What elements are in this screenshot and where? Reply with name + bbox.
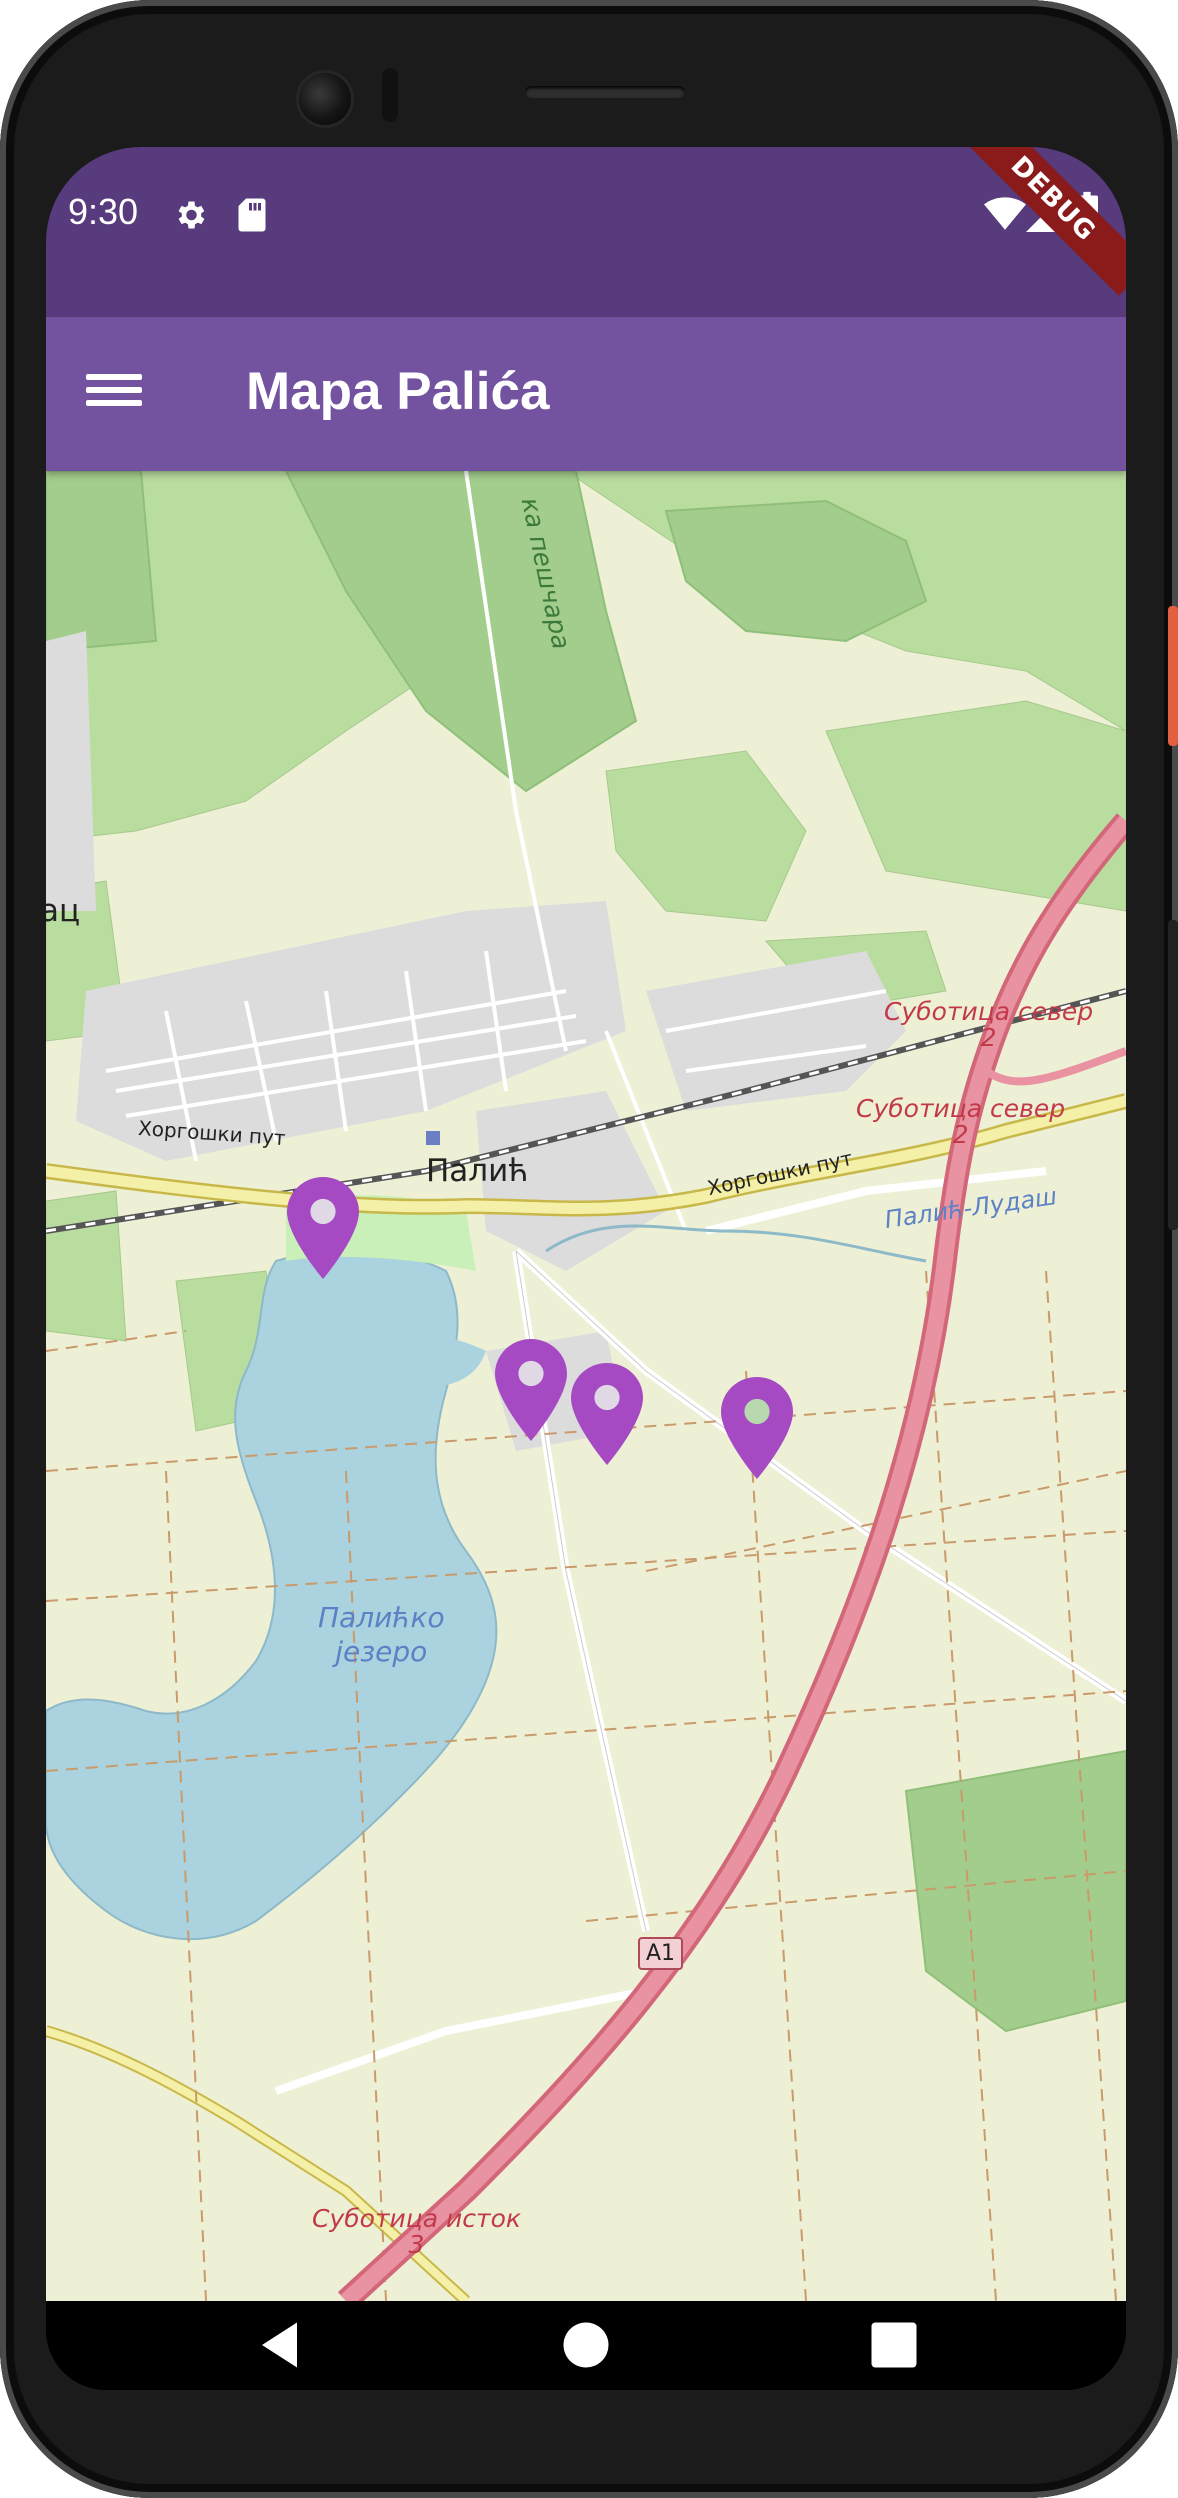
wifi-icon (984, 197, 1026, 230)
back-icon[interactable] (252, 2315, 312, 2375)
exit-north-2-number: 2 (952, 1120, 969, 1149)
navigation-bar (46, 2301, 1126, 2390)
location-pin-icon[interactable] (494, 1339, 568, 1441)
exit-north-1-number: 2 (980, 1023, 997, 1052)
sensor (382, 68, 398, 122)
page-title: Mapa Palića (246, 362, 550, 421)
exit-label-east: Суботица исток 3 (312, 2206, 521, 2258)
status-time: 9:30 (68, 191, 139, 232)
lake-label-line1: Палићко (318, 1601, 445, 1634)
home-icon[interactable] (556, 2315, 616, 2375)
gear-icon (178, 201, 205, 229)
exit-east-number: 3 (408, 2230, 425, 2259)
phone-frame: 9:30 DEBUG Mapa Palića ка пешчара ац Хор… (0, 0, 1178, 2498)
earpiece-speaker (525, 86, 685, 98)
highway-shield-a1: A1 (638, 1937, 684, 1970)
front-camera (296, 70, 354, 128)
town-partial-label: ац (46, 893, 81, 929)
volume-button (1168, 920, 1178, 1230)
exit-north-2-name: Суботица север (856, 1094, 1066, 1123)
status-bar: 9:30 (46, 147, 1126, 317)
town-label-palic: Палић (426, 1153, 529, 1189)
exit-north-1-name: Суботица север (884, 997, 1094, 1026)
app-bar: Mapa Palića (46, 317, 1126, 471)
screen: 9:30 DEBUG Mapa Palića ка пешчара ац Хор… (46, 147, 1126, 2390)
map-view[interactable]: ка пешчара ац Хоргошки пут Палић Хоргошк… (46, 471, 1126, 2301)
location-pin-icon[interactable] (286, 1177, 360, 1279)
exit-east-name: Суботица исток (312, 2204, 522, 2233)
exit-label-north-2: Суботица север 2 (856, 1096, 1065, 1148)
power-button (1168, 606, 1178, 746)
recents-icon[interactable] (864, 2315, 924, 2375)
location-pin-icon[interactable] (720, 1377, 794, 1479)
lake-label-line2: језеро (335, 1635, 428, 1668)
hamburger-menu-icon[interactable] (86, 367, 142, 423)
location-pin-icon[interactable] (570, 1363, 644, 1465)
sd-card-icon (238, 198, 266, 232)
lake-label: Палићко језеро (318, 1601, 445, 1669)
exit-label-north-1: Суботица север 2 (884, 999, 1093, 1051)
